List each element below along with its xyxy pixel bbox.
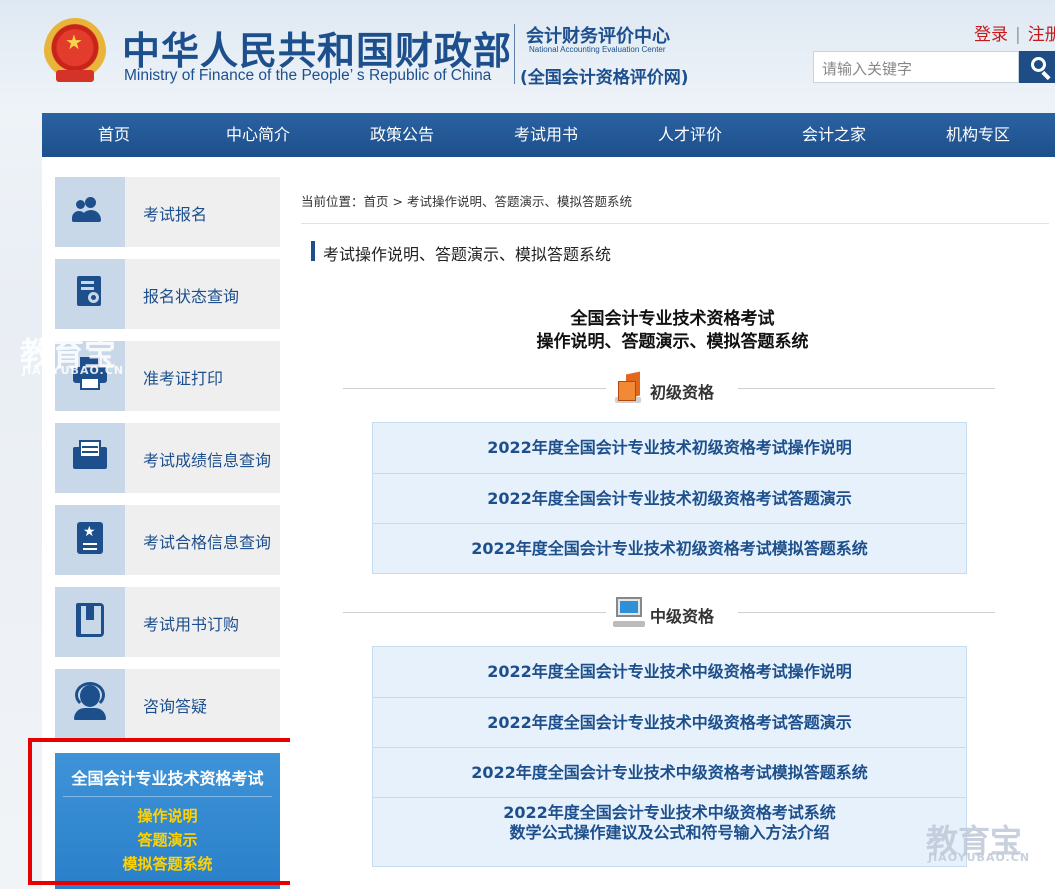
register-link[interactable]: 注册	[1028, 25, 1055, 45]
intermediate-link-list: 2022年度全国会计专业技术中级资格考试操作说明 2022年度全国会计专业技术中…	[372, 646, 967, 867]
section-label: 初级资格	[650, 383, 715, 402]
inbox-tray-icon	[55, 423, 125, 493]
sidebar-item-label: 考试报名	[143, 205, 208, 224]
nav-item-policy[interactable]: 政策公告	[330, 113, 474, 157]
breadcrumb: 当前位置：首页 > 考试操作说明、答题演示、模拟答题系统	[301, 191, 632, 210]
intro-heading-line1: 全国会计专业技术资格考试	[570, 309, 775, 329]
page-title: 考试操作说明、答题演示、模拟答题系统	[323, 245, 612, 264]
certificate-icon: ★	[55, 505, 125, 575]
sidebar-item-registration-status[interactable]: 报名状态查询	[55, 259, 280, 329]
auth-separator: |	[1015, 25, 1021, 45]
nav-item-institutions[interactable]: 机构专区	[906, 113, 1050, 157]
auth-links: 登录 | 注册	[974, 20, 1055, 45]
sidebar-item-consultation[interactable]: 咨询答疑	[55, 669, 280, 739]
sidebar-item-label: 咨询答疑	[143, 697, 208, 716]
sidebar-item-label: 考试成绩信息查询	[143, 451, 272, 470]
printer-icon	[55, 341, 125, 411]
nav-item-books[interactable]: 考试用书	[474, 113, 618, 157]
promo-title: 全国会计专业技术资格考试	[71, 769, 264, 788]
document-search-icon	[55, 259, 125, 329]
national-emblem-icon: ★	[44, 18, 106, 84]
junior-link-list: 2022年度全国会计专业技术初级资格考试操作说明 2022年度全国会计专业技术初…	[372, 422, 967, 574]
title-accent-bar	[311, 241, 315, 261]
link-junior-instructions[interactable]: 2022年度全国会计专业技术初级资格考试操作说明	[373, 423, 966, 473]
ministry-title-en: Ministry of Finance of the People’ s Rep…	[124, 67, 492, 84]
books-icon	[612, 371, 646, 405]
breadcrumb-current: 考试操作说明、答题演示、模拟答题系统	[406, 194, 632, 209]
users-icon	[55, 177, 125, 247]
sidebar-item-label: 考试用书订购	[143, 615, 240, 634]
sidebar-item-admission-ticket[interactable]: 准考证打印	[55, 341, 280, 411]
nav-item-talent[interactable]: 人才评价	[618, 113, 762, 157]
sidebar-item-label: 报名状态查询	[143, 287, 240, 306]
site-header: ★ 中华人民共和国财政部 Ministry of Finance of the …	[0, 0, 1055, 112]
main-nav: 首页 中心简介 政策公告 考试用书 人才评价 会计之家 机构专区	[42, 113, 1055, 157]
promo-link-mock-system[interactable]: 模拟答题系统	[55, 853, 280, 874]
headset-icon	[55, 669, 125, 739]
sidebar-item-label: 准考证打印	[143, 369, 224, 388]
link-intermediate-mock-system[interactable]: 2022年度全国会计专业技术中级资格考试模拟答题系统	[373, 747, 966, 797]
header-divider	[514, 24, 515, 84]
sidebar-item-book-order[interactable]: 考试用书订购	[55, 587, 280, 657]
promo-link-demo[interactable]: 答题演示	[55, 829, 280, 850]
sidebar-item-score-query[interactable]: 考试成绩信息查询	[55, 423, 280, 493]
breadcrumb-separator: >	[392, 194, 403, 209]
link-intermediate-formula-guide[interactable]: 2022年度全国会计专业技术中级资格考试系统 数学公式操作建议及公式和符号输入方…	[373, 797, 966, 866]
breadcrumb-home-link[interactable]: 首页	[364, 194, 389, 209]
center-subtitle: (全国会计资格评价网)	[520, 68, 689, 88]
nav-item-about[interactable]: 中心简介	[186, 113, 330, 157]
breadcrumb-prefix: 当前位置：	[301, 194, 364, 209]
link-junior-demo[interactable]: 2022年度全国会计专业技术初级资格考试答题演示	[373, 473, 966, 523]
intro-heading-line2: 操作说明、答题演示、模拟答题系统	[536, 332, 809, 352]
link-junior-mock-system[interactable]: 2022年度全国会计专业技术初级资格考试模拟答题系统	[373, 523, 966, 573]
sidebar-item-qualification-query[interactable]: ★ 考试合格信息查询	[55, 505, 280, 575]
sidebar-item-label: 考试合格信息查询	[143, 533, 272, 552]
link-intermediate-demo[interactable]: 2022年度全国会计专业技术中级资格考试答题演示	[373, 697, 966, 747]
nav-item-accounting-home[interactable]: 会计之家	[762, 113, 906, 157]
search-input[interactable]: 请输入关键字	[813, 51, 1019, 83]
promo-divider	[63, 796, 272, 797]
exam-system-promo: 全国会计专业技术资格考试 操作说明 答题演示 模拟答题系统	[55, 753, 280, 889]
main-content: 当前位置：首页 > 考试操作说明、答题演示、模拟答题系统 考试操作说明、答题演示…	[290, 157, 1055, 889]
sidebar: 考试报名 报名状态查询 准考证打印 考试成绩信息查询 ★ 考试合格信息查询 考试…	[42, 157, 290, 889]
promo-link-instructions[interactable]: 操作说明	[55, 805, 280, 826]
section-header-intermediate: 中级资格	[606, 595, 738, 631]
book-icon	[55, 587, 125, 657]
nav-item-home[interactable]: 首页	[42, 113, 186, 157]
login-link[interactable]: 登录	[974, 25, 1008, 45]
search-button[interactable]	[1019, 51, 1055, 83]
center-title-en: National Accounting Evaluation Center	[529, 45, 666, 54]
link-intermediate-instructions[interactable]: 2022年度全国会计专业技术中级资格考试操作说明	[373, 647, 966, 697]
section-label: 中级资格	[650, 607, 715, 626]
formula-guide-line1: 2022年度全国会计专业技术中级资格考试系统	[503, 803, 836, 822]
star-icon: ★	[65, 30, 83, 54]
sidebar-item-exam-registration[interactable]: 考试报名	[55, 177, 280, 247]
computer-icon	[612, 595, 646, 629]
formula-guide-line2: 数学公式操作建议及公式和符号输入方法介绍	[509, 823, 830, 842]
section-header-junior: 初级资格	[606, 371, 738, 407]
breadcrumb-divider	[301, 223, 1049, 224]
